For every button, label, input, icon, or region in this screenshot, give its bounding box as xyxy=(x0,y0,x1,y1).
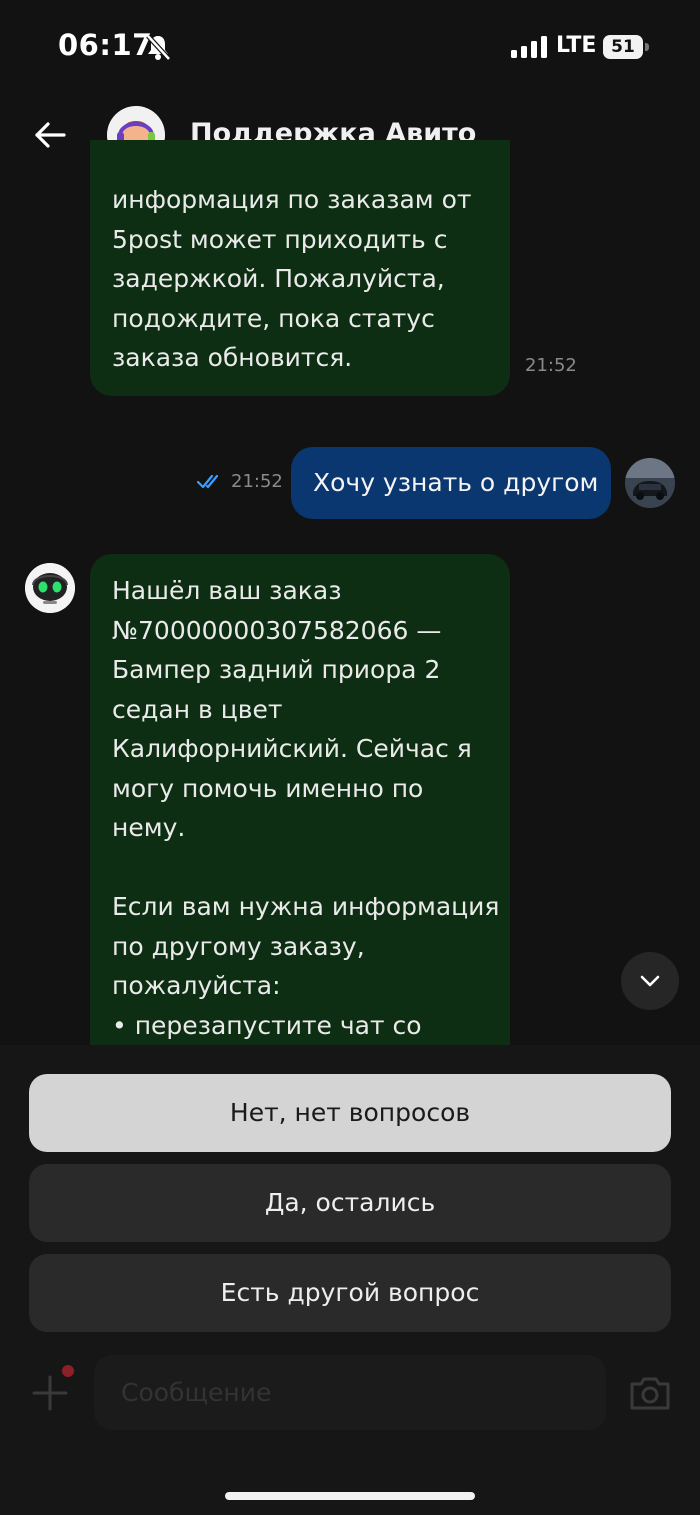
message-line: заказа обновится. xyxy=(112,343,353,372)
signal-icon xyxy=(511,36,547,58)
message-line: седан в цвет xyxy=(112,694,283,724)
message-line xyxy=(112,848,510,888)
message-line: 5post может приходить с xyxy=(112,224,448,254)
message-line: Нашёл ваш заказ xyxy=(112,576,342,605)
message-line: подождите, пока статус xyxy=(112,303,435,333)
message-line: • перезапустите чат со xyxy=(112,1010,422,1040)
battery-icon: 51 xyxy=(603,35,649,59)
message-line: Бампер задний приора 2 xyxy=(112,655,441,684)
message-input[interactable] xyxy=(94,1355,606,1430)
incoming-message[interactable]: информация по заказам от 5post может при… xyxy=(90,140,510,396)
status-time: 06:17 xyxy=(58,28,153,62)
bell-muted-icon xyxy=(146,34,171,61)
message-time: 21:52 xyxy=(231,471,283,492)
notification-dot xyxy=(62,1365,74,1377)
message-line: Если вам нужна информация xyxy=(112,892,500,921)
quick-reply-yes-remaining[interactable]: Да, остались xyxy=(29,1164,671,1242)
message-line: нему. xyxy=(112,813,186,842)
chevron-down-icon xyxy=(640,975,660,987)
arrow-left-icon[interactable] xyxy=(30,115,70,155)
incoming-message[interactable]: Нашёл ваш заказ №70000000307582066 — Бам… xyxy=(90,554,510,1114)
message-line: задержкой. Пожалуйста, xyxy=(112,264,445,293)
outgoing-message[interactable]: Хочу узнать о другом xyxy=(291,447,611,519)
camera-icon[interactable] xyxy=(628,1374,672,1412)
message-line: по другому заказу, xyxy=(112,931,365,961)
message-time: 21:52 xyxy=(525,355,577,376)
plus-icon[interactable] xyxy=(30,1373,70,1413)
bot-avatar[interactable] xyxy=(25,563,75,613)
scroll-down-button[interactable] xyxy=(621,952,679,1010)
network-type: LTE xyxy=(556,33,597,58)
battery-level: 51 xyxy=(603,35,643,59)
user-avatar[interactable] xyxy=(625,458,675,508)
double-check-icon xyxy=(197,474,219,489)
quick-reply-other-question[interactable]: Есть другой вопрос xyxy=(29,1254,671,1332)
message-line: информация по заказам от xyxy=(112,185,472,214)
message-line: могу помочь именно по xyxy=(112,773,424,803)
message-line: пожалуйста: xyxy=(112,971,281,1000)
home-indicator[interactable] xyxy=(225,1492,475,1500)
message-line: Калифорнийский. Сейчас я xyxy=(112,734,472,763)
quick-reply-no-questions[interactable]: Нет, нет вопросов xyxy=(29,1074,671,1152)
message-line: №70000000307582066 — xyxy=(112,615,442,645)
message-text: Хочу узнать о другом xyxy=(313,468,599,497)
